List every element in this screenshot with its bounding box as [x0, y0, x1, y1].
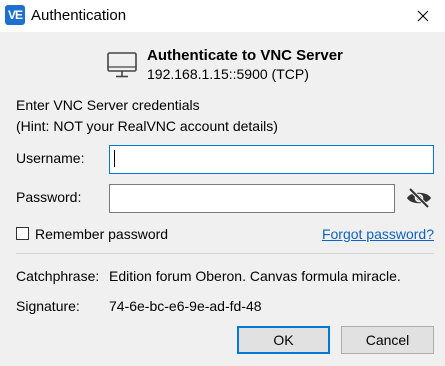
title-bar: VE Authentication — [0, 0, 445, 32]
password-input[interactable] — [109, 184, 395, 213]
username-input[interactable] — [109, 145, 434, 174]
window-title: Authentication — [31, 7, 127, 24]
header-title: Authenticate to VNC Server — [147, 47, 343, 64]
remember-password-checkbox[interactable] — [16, 227, 29, 240]
separator — [16, 253, 434, 254]
realvnc-viewer-icon: VE — [5, 5, 25, 25]
server-address: 192.168.1.15::5900 (TCP) — [147, 66, 309, 82]
ok-button[interactable]: OK — [237, 326, 330, 354]
remember-password-label[interactable]: Remember password — [35, 226, 168, 242]
catchphrase-value: Edition forum Oberon. Canvas formula mir… — [109, 268, 401, 284]
signature-value: 74-6e-bc-e6-9e-ad-fd-48 — [109, 298, 262, 314]
credentials-prompt: Enter VNC Server credentials — [16, 97, 200, 113]
eye-slash-icon — [407, 187, 431, 209]
catchphrase-label: Catchphrase: — [16, 268, 100, 284]
signature-label: Signature: — [16, 298, 80, 314]
password-visibility-toggle[interactable] — [404, 184, 434, 212]
monitor-icon — [107, 52, 137, 78]
close-button[interactable] — [401, 0, 445, 32]
text-caret — [114, 150, 115, 167]
forgot-password-link[interactable]: Forgot password? — [322, 226, 434, 242]
authentication-dialog: VE Authentication Authenticate to VNC Se… — [0, 0, 445, 366]
close-icon — [417, 10, 429, 22]
cancel-button[interactable]: Cancel — [341, 326, 434, 354]
credentials-hint: (Hint: NOT your RealVNC account details) — [16, 118, 278, 134]
password-label: Password: — [16, 189, 82, 205]
username-label: Username: — [16, 150, 85, 166]
